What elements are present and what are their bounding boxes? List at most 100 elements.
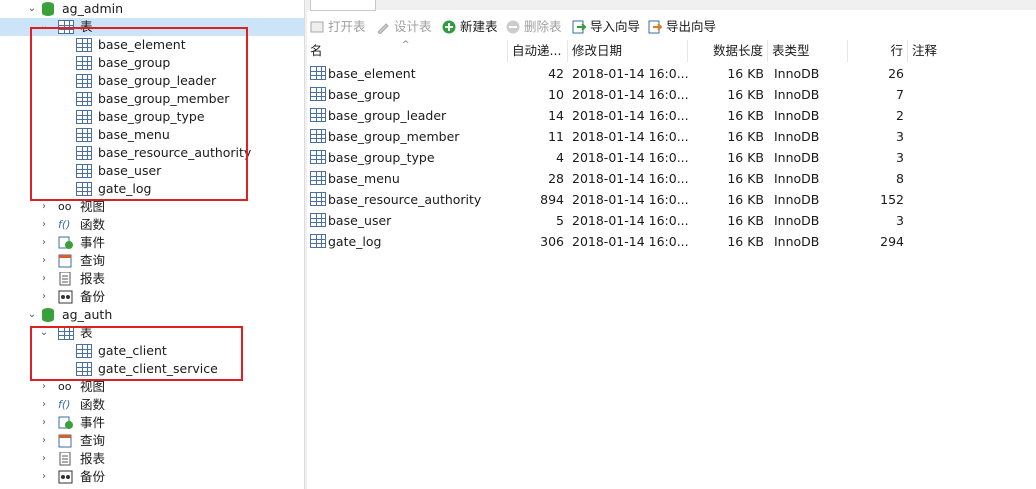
- event-clock-icon: [58, 416, 74, 430]
- folder-views[interactable]: › oo 视图: [0, 198, 304, 216]
- cell-data-length: 16 KB: [727, 87, 764, 102]
- chevron-right-icon[interactable]: ›: [38, 414, 50, 432]
- tree-table-item[interactable]: base_group_member: [0, 90, 304, 108]
- views-icon: oo: [58, 380, 72, 393]
- column-header-comment[interactable]: 注释: [908, 40, 1036, 62]
- tree-table-item[interactable]: base_group_leader: [0, 72, 304, 90]
- folder-functions[interactable]: › f() 函数: [0, 216, 304, 234]
- open-table-button[interactable]: 打开表: [310, 17, 372, 37]
- table-row[interactable]: base_group_type 4 2018-01-14 16:0... 16 KB I…: [306, 147, 1036, 168]
- import-wizard-button[interactable]: 导入向导: [572, 17, 646, 37]
- cell-name: base_element: [328, 66, 416, 81]
- folder-views[interactable]: › oo 视图: [0, 378, 304, 396]
- chevron-right-icon[interactable]: ›: [38, 234, 50, 252]
- folder-backups[interactable]: › 备份: [0, 468, 304, 486]
- table-row[interactable]: gate_log 306 2018-01-14 16:0... 16 KB InnoDB…: [306, 231, 1036, 252]
- table-row[interactable]: base_user 5 2018-01-14 16:0... 16 KB InnoDB 3: [306, 210, 1036, 231]
- chevron-right-icon[interactable]: ›: [38, 216, 50, 234]
- folder-queries[interactable]: › 查询: [0, 432, 304, 450]
- folder-label: 表: [80, 325, 93, 340]
- tree-table-item[interactable]: gate_client_service: [0, 360, 304, 378]
- cell-name: base_group_member: [328, 129, 460, 144]
- table-icon: [310, 129, 326, 143]
- tree-table-item[interactable]: gate_log: [0, 180, 304, 198]
- backup-icon: [58, 470, 74, 484]
- chevron-right-icon[interactable]: ›: [38, 378, 50, 396]
- cell-modified: 2018-01-14 16:0...: [572, 213, 688, 228]
- table-row[interactable]: base_group 10 2018-01-14 16:0... 16 KB InnoD…: [306, 84, 1036, 105]
- folder-reports[interactable]: › 报表: [0, 270, 304, 288]
- cell-name: base_group_type: [328, 150, 435, 165]
- table-row[interactable]: base_resource_authority 894 2018-01-14 16:…: [306, 189, 1036, 210]
- cell-data-length: 16 KB: [727, 129, 764, 144]
- column-label: 表类型: [772, 43, 810, 58]
- views-icon: oo: [58, 200, 72, 213]
- cell-modified: 2018-01-14 16:0...: [572, 192, 688, 207]
- chevron-right-icon[interactable]: ›: [38, 288, 50, 306]
- database-icon: [42, 2, 54, 16]
- tree-table-item[interactable]: base_group: [0, 54, 304, 72]
- cell-engine: InnoDB: [774, 213, 820, 228]
- table-icon: [310, 234, 326, 248]
- table-icon: [76, 38, 92, 52]
- cell-engine: InnoDB: [774, 66, 820, 81]
- db-node-ag-admin[interactable]: ⌄ ag_admin: [0, 0, 304, 18]
- chevron-right-icon[interactable]: ›: [38, 252, 50, 270]
- tree-table-label: base_element: [98, 37, 186, 52]
- export-wizard-button[interactable]: 导出向导: [648, 17, 722, 37]
- tree-table-item[interactable]: base_resource_authority: [0, 144, 304, 162]
- folder-label: 查询: [80, 253, 106, 268]
- tree-table-item[interactable]: base_group_type: [0, 108, 304, 126]
- table-icon: [76, 164, 92, 178]
- folder-reports[interactable]: › 报表: [0, 450, 304, 468]
- tree-table-item[interactable]: base_user: [0, 162, 304, 180]
- table-row[interactable]: base_element 42 2018-01-14 16:0... 16 KB Inn…: [306, 63, 1036, 84]
- chevron-right-icon[interactable]: ›: [38, 468, 50, 486]
- chevron-down-icon[interactable]: ⌄: [26, 306, 38, 324]
- chevron-right-icon[interactable]: ›: [38, 270, 50, 288]
- folder-functions[interactable]: › f() 函数: [0, 396, 304, 414]
- column-header-modified[interactable]: 修改日期: [568, 40, 688, 62]
- chevron-right-icon[interactable]: ›: [38, 450, 50, 468]
- tree-table-item[interactable]: base_menu: [0, 126, 304, 144]
- cell-modified: 2018-01-14 16:0...: [572, 66, 688, 81]
- table-icon: [310, 150, 326, 164]
- folder-events[interactable]: › 事件: [0, 414, 304, 432]
- chevron-down-icon[interactable]: ⌄: [38, 324, 50, 342]
- column-header-rows[interactable]: 行: [848, 40, 908, 62]
- column-label: 自动递...: [512, 43, 562, 58]
- tree-table-item[interactable]: gate_client: [0, 342, 304, 360]
- table-icon: [310, 213, 326, 227]
- chevron-right-icon[interactable]: ›: [38, 432, 50, 450]
- db-node-ag-auth[interactable]: ⌄ ag_auth: [0, 306, 304, 324]
- column-header-engine[interactable]: 表类型: [768, 40, 848, 62]
- column-header-auto-increment[interactable]: 自动递...: [508, 40, 568, 62]
- folder-events[interactable]: › 事件: [0, 234, 304, 252]
- cell-rows: 3: [896, 129, 904, 144]
- cell-rows: 26: [888, 66, 904, 81]
- folder-label: 查询: [80, 433, 106, 448]
- table-row[interactable]: base_group_member 11 2018-01-14 16:0... 16 …: [306, 126, 1036, 147]
- column-header-data-length[interactable]: 数据长度: [688, 40, 768, 62]
- folder-backups[interactable]: › 备份: [0, 288, 304, 306]
- folder-queries[interactable]: › 查询: [0, 252, 304, 270]
- delete-table-button[interactable]: 删除表: [506, 17, 568, 37]
- table-row[interactable]: base_menu 28 2018-01-14 16:0... 16 KB InnoDB…: [306, 168, 1036, 189]
- chevron-down-icon[interactable]: ⌄: [38, 18, 50, 36]
- cell-engine: InnoDB: [774, 171, 820, 186]
- chevron-right-icon[interactable]: ›: [38, 198, 50, 216]
- chevron-right-icon[interactable]: ›: [38, 396, 50, 414]
- folder-label: 报表: [80, 451, 106, 466]
- cell-name: base_resource_authority: [328, 192, 482, 207]
- tab-objects[interactable]: [310, 0, 376, 11]
- chevron-down-icon[interactable]: ⌄: [26, 0, 38, 18]
- table-row[interactable]: base_group_leader 14 2018-01-14 16:0... 16 …: [306, 105, 1036, 126]
- column-header-name[interactable]: 名 ^: [306, 40, 508, 62]
- folder-label: 报表: [80, 271, 106, 286]
- folder-tables-ag-auth[interactable]: ⌄ 表: [0, 324, 304, 342]
- new-table-button[interactable]: 新建表: [442, 17, 504, 37]
- cell-name: gate_log: [328, 234, 382, 249]
- folder-tables-ag-admin[interactable]: ⌄ 表: [0, 18, 304, 36]
- tree-table-item[interactable]: base_element: [0, 36, 304, 54]
- design-table-icon: [376, 20, 390, 35]
